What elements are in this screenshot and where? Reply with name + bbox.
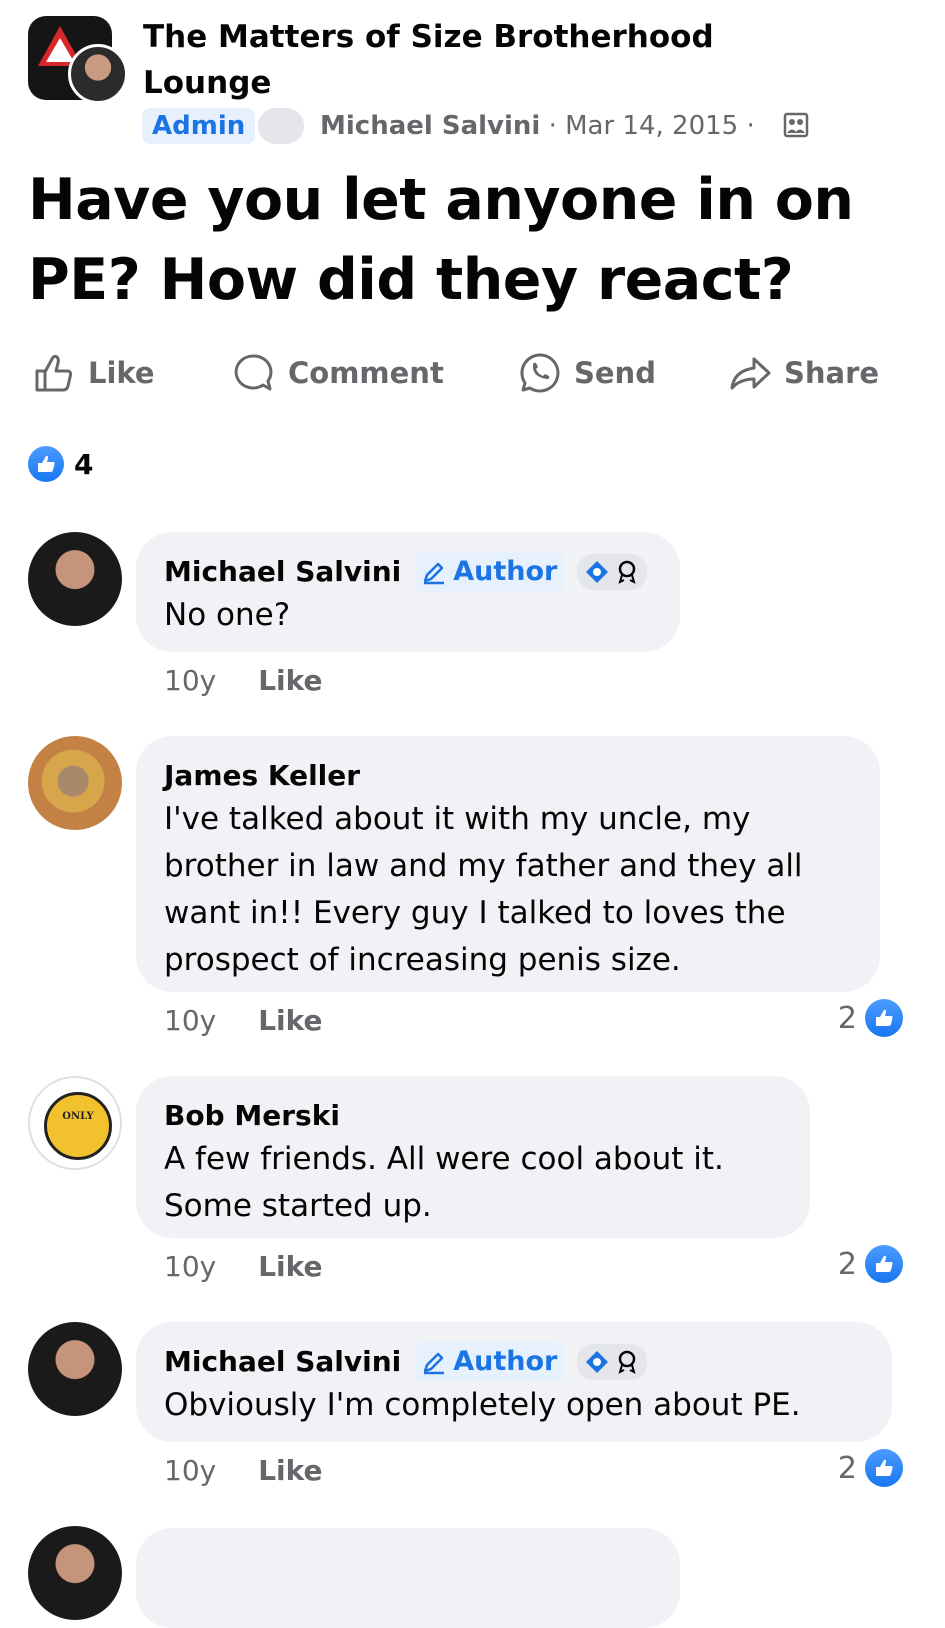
whatsapp-icon	[520, 353, 560, 393]
comment-bubble: Michael Salvini Author No one?	[136, 532, 680, 652]
like-reaction-icon	[865, 1449, 903, 1487]
diamond-badge-icon	[586, 561, 609, 583]
like-button[interactable]: Like	[32, 348, 155, 398]
author-avatar-placeholder	[258, 108, 304, 144]
comment-bubble: Bob Merski A few friends. All were cool …	[136, 1076, 810, 1238]
commenter-avatar[interactable]	[28, 1322, 122, 1416]
like-reaction-icon	[28, 446, 64, 482]
commenter-name[interactable]: James Keller	[164, 756, 360, 796]
post-author[interactable]: Michael Salvini	[320, 111, 540, 141]
like-reaction-icon	[865, 999, 903, 1037]
comment-like-button[interactable]: Like	[258, 1250, 322, 1283]
thumbs-up-icon	[35, 354, 73, 392]
comment-like-count[interactable]: 2	[838, 999, 903, 1037]
send-button[interactable]: Send	[518, 348, 656, 398]
comment-icon	[234, 354, 273, 391]
comment-like-count[interactable]: 2	[838, 1245, 903, 1283]
send-label: Send	[574, 356, 656, 390]
share-arrow-icon	[730, 357, 771, 390]
comment-text: Obviously I'm completely open about PE.	[164, 1387, 801, 1423]
campaign-seal-icon: ONLY	[44, 1092, 112, 1160]
meta-separator: ·	[746, 111, 755, 141]
ribbon-badge-icon	[618, 1350, 636, 1374]
comment-button[interactable]: Comment	[232, 348, 444, 398]
post-meta: Michael Salvini · Mar 14, 2015 ·	[320, 108, 755, 144]
group-name[interactable]: The Matters of Size Brotherhood Lounge	[143, 14, 783, 106]
commenter-name[interactable]: Bob Merski	[164, 1096, 340, 1136]
profile-badges[interactable]	[577, 1344, 648, 1380]
post-title: Have you let anyone in on PE? How did th…	[28, 167, 854, 313]
like-reaction-icon	[865, 1245, 903, 1283]
author-tag: Author	[415, 1342, 564, 1382]
reaction-summary[interactable]: 4	[28, 446, 93, 482]
post-date[interactable]: Mar 14, 2015	[565, 111, 738, 141]
commenter-avatar[interactable]: ONLY	[28, 1076, 122, 1170]
comment-text: A few friends. All were cool about it. S…	[164, 1141, 724, 1224]
share-button[interactable]: Share	[728, 348, 879, 398]
comment-like-button[interactable]: Like	[258, 1454, 322, 1487]
admin-badge: Admin	[142, 108, 256, 144]
comment-text: No one?	[164, 597, 291, 633]
comment-age[interactable]: 10y	[164, 664, 216, 697]
pencil-icon	[424, 562, 445, 585]
group-members-icon	[783, 112, 809, 138]
ribbon-badge-icon	[618, 560, 636, 584]
meta-separator: ·	[548, 111, 557, 141]
comment-bubble: Michael Salvini Author Obviously I'm com…	[136, 1322, 892, 1442]
comment-age[interactable]: 10y	[164, 1250, 216, 1283]
commenter-name[interactable]: Michael Salvini	[164, 552, 401, 592]
comment-meta: 10y Like	[164, 1004, 323, 1037]
pencil-icon	[424, 1352, 445, 1375]
comment-meta: 10y Like	[164, 664, 323, 697]
commenter-avatar[interactable]	[28, 736, 122, 830]
comment-like-count[interactable]: 2	[838, 1449, 903, 1487]
author-tag: Author	[415, 552, 564, 592]
commenter-avatar[interactable]	[28, 1526, 122, 1620]
commenter-name[interactable]: Michael Salvini	[164, 1342, 401, 1382]
comment-like-button[interactable]: Like	[258, 664, 322, 697]
comment-age[interactable]: 10y	[164, 1454, 216, 1487]
profile-badges[interactable]	[577, 554, 648, 590]
share-label: Share	[784, 356, 880, 390]
diamond-badge-icon	[586, 1351, 609, 1373]
comment-meta: 10y Like	[164, 1454, 323, 1487]
comment-meta: 10y Like	[164, 1250, 323, 1283]
comment-text: I've talked about it with my uncle, my b…	[164, 801, 803, 978]
comment-bubble: James Keller I've talked about it with m…	[136, 736, 880, 992]
comment-age[interactable]: 10y	[164, 1004, 216, 1037]
reaction-count: 4	[74, 447, 94, 481]
admin-avatar[interactable]	[68, 44, 128, 104]
comment-label: Comment	[288, 356, 444, 390]
like-label: Like	[88, 356, 155, 390]
comment-bubble	[136, 1528, 680, 1628]
comment-like-button[interactable]: Like	[258, 1004, 322, 1037]
commenter-avatar[interactable]	[28, 532, 122, 626]
